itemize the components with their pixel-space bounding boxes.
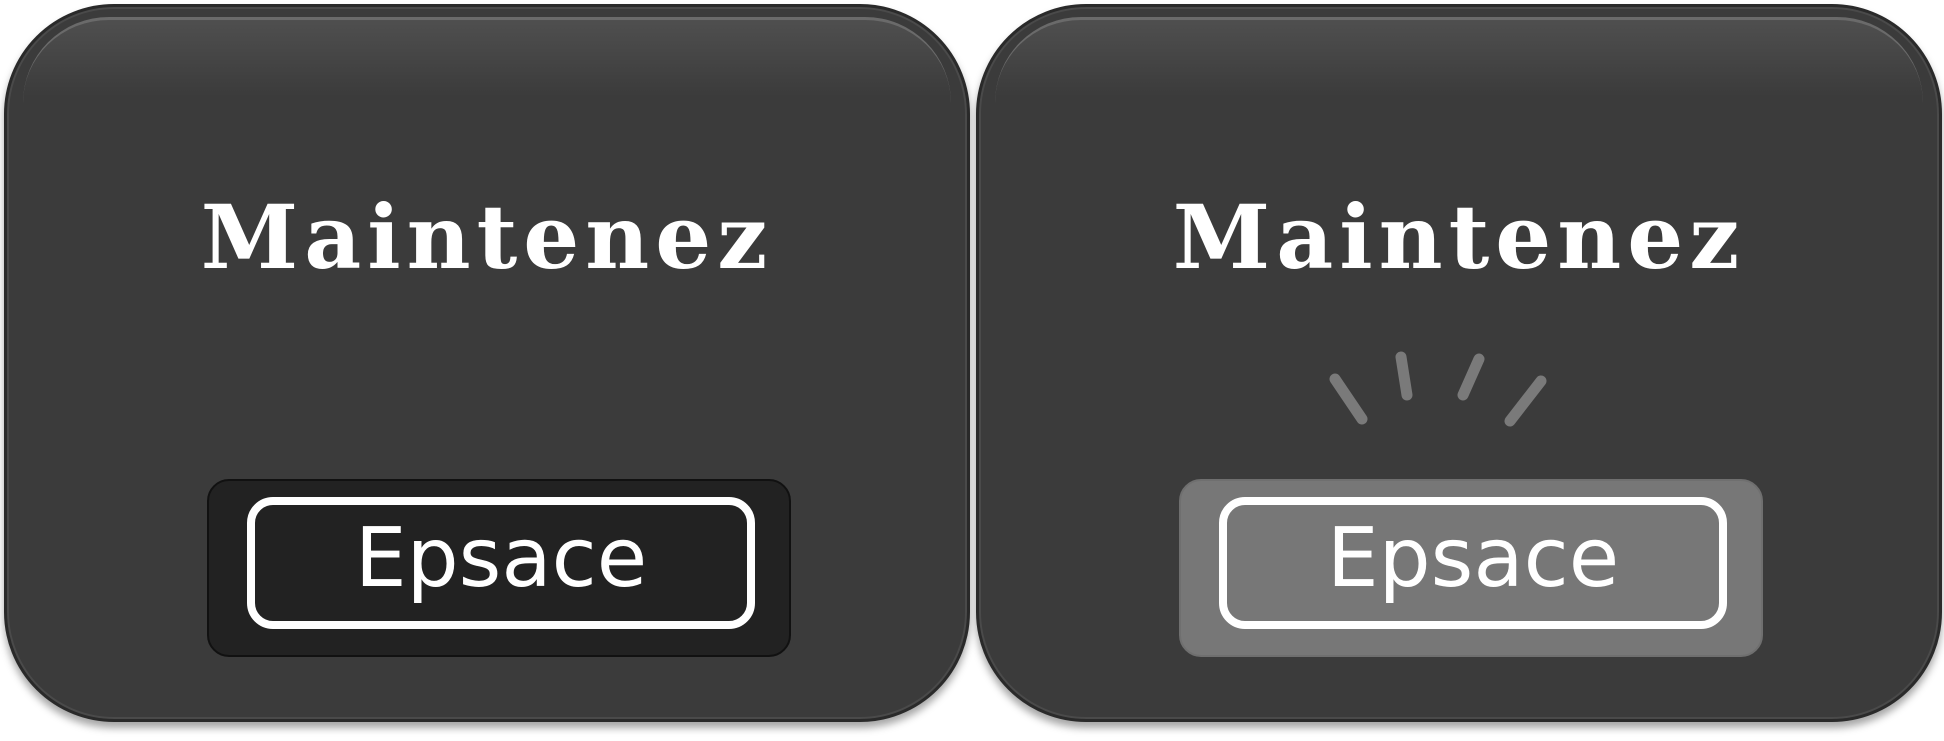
space-key-face: Epsace — [247, 497, 755, 629]
instruction-panel-released: Maintenez Epsace — [4, 4, 970, 722]
press-mark-line — [1329, 373, 1368, 425]
space-key-label: Epsace — [354, 511, 648, 606]
press-mark-line — [1457, 353, 1485, 401]
instruction-title: Maintenez — [1172, 185, 1746, 289]
instruction-panel-pressed: Maintenez Epsace — [976, 4, 1942, 722]
instruction-title: Maintenez — [200, 185, 774, 289]
space-key-face: Epsace — [1219, 497, 1727, 629]
space-key-pressed[interactable]: Epsace — [1179, 479, 1763, 657]
space-key-label: Epsace — [1326, 511, 1620, 606]
press-burst-icon — [1329, 351, 1547, 427]
press-mark-line — [1504, 375, 1547, 427]
press-mark-line — [1395, 351, 1413, 401]
space-key-released[interactable]: Epsace — [207, 479, 791, 657]
